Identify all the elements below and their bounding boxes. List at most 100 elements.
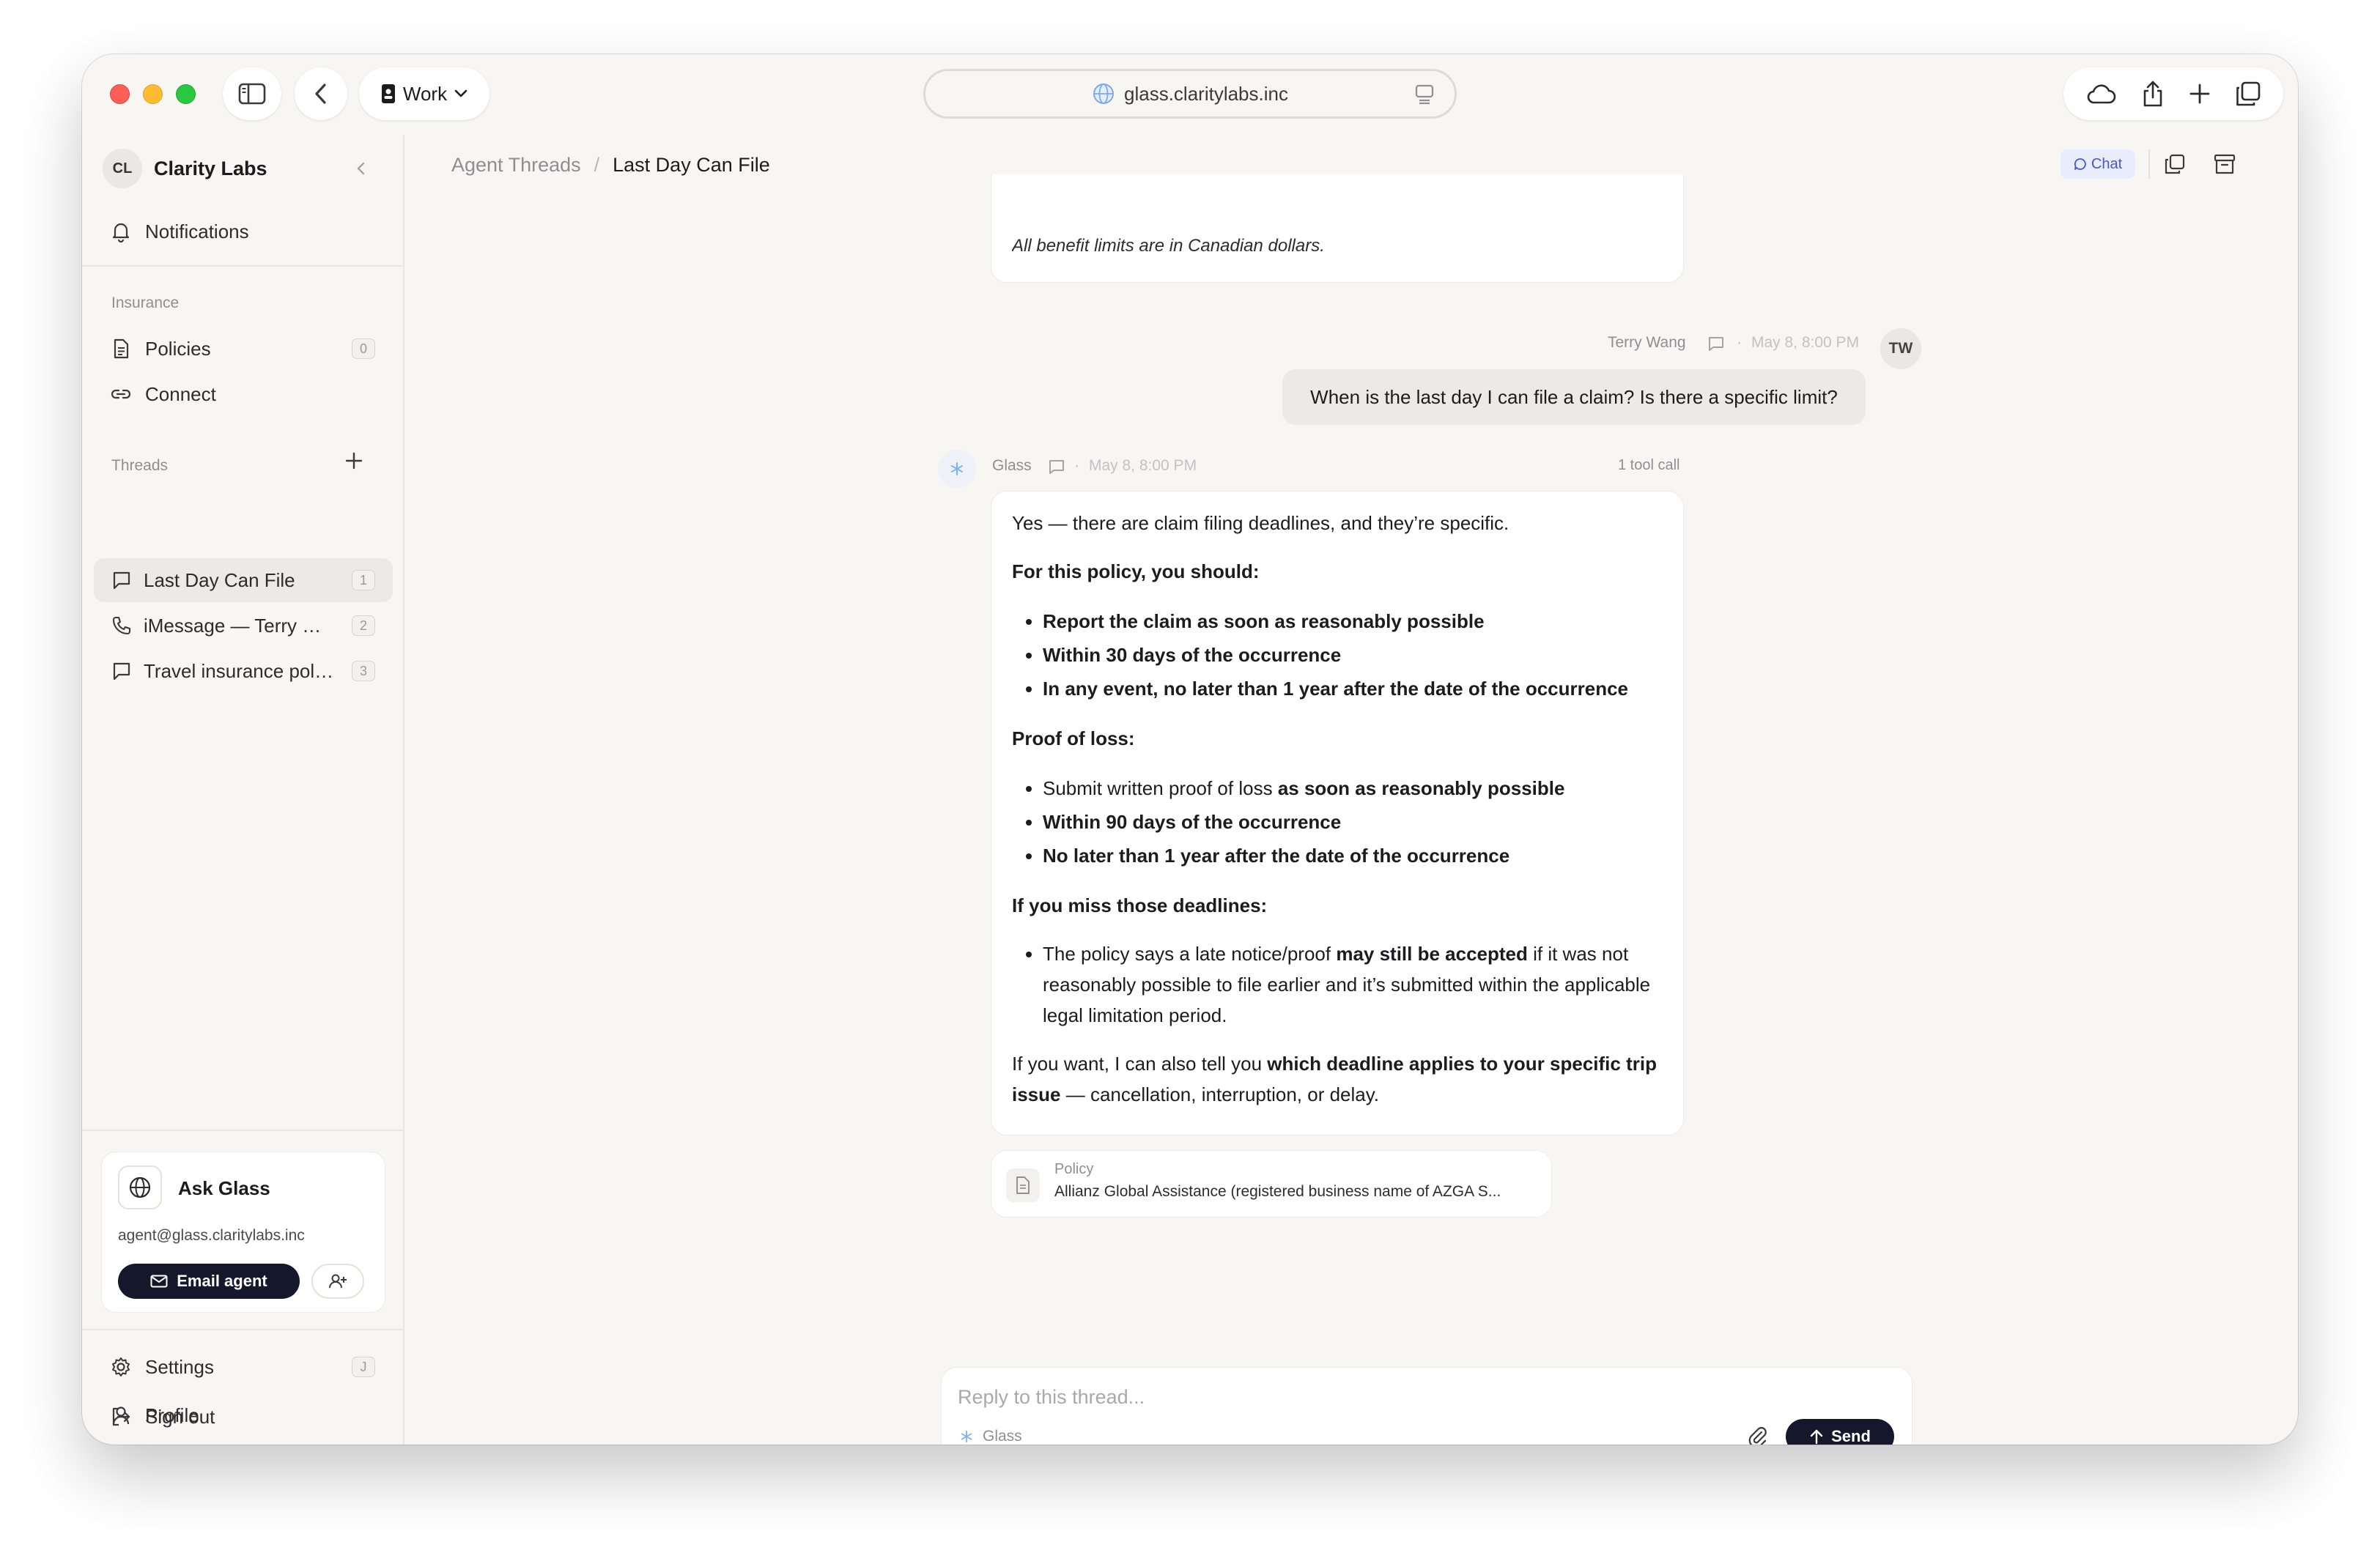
- toggle-sidebar-button[interactable]: [223, 67, 281, 120]
- answer-list: Report the claim as soon as reasonably p…: [1043, 604, 1664, 705]
- separator-dot: ·: [1737, 334, 1742, 351]
- message-time: May 8, 8:00 PM: [1089, 457, 1197, 474]
- divider: [2148, 149, 2150, 179]
- ask-glass-icon-box: [118, 1165, 162, 1209]
- chat-bubble-icon: [113, 662, 130, 681]
- sidebar: CL Clarity Labs Notifications Insurance …: [82, 135, 404, 1445]
- sidebar-item-label: Policies: [145, 337, 211, 360]
- arrow-up-icon: [1810, 1429, 1823, 1445]
- sidebar-item-label: Sign out: [145, 1405, 215, 1428]
- url-text: glass.claritylabs.inc: [1124, 82, 1288, 105]
- close-window-button[interactable]: [110, 84, 130, 104]
- title-bar: Work glass.claritylabs.inc: [82, 54, 2298, 135]
- org-avatar: CL: [103, 149, 142, 188]
- sidebar-item-sign-out[interactable]: Sign out: [94, 1395, 393, 1439]
- add-user-button[interactable]: [311, 1264, 364, 1299]
- breadcrumb: Agent Threads / Last Day Can File: [451, 154, 770, 177]
- sign-out-icon: [112, 1407, 130, 1426]
- main-area: Agent Threads / Last Day Can File Chat A…: [404, 135, 2298, 1445]
- send-label: Send: [1831, 1427, 1871, 1445]
- archive-icon[interactable]: [2213, 152, 2236, 176]
- policy-name: Allianz Global Assistance (registered bu…: [1054, 1183, 1501, 1200]
- globe-icon: [1093, 84, 1114, 104]
- policy-reference-card[interactable]: Policy Allianz Global Assistance (regist…: [991, 1150, 1552, 1217]
- sidebar-item-policies[interactable]: Policies 0: [94, 327, 393, 371]
- avatar: TW: [1880, 328, 1921, 369]
- email-agent-button[interactable]: Email agent: [118, 1264, 300, 1299]
- previous-message-text: All benefit limits are in Canadian dolla…: [1012, 236, 1325, 256]
- answer-outro-text: If you want, I can also tell you: [1012, 1053, 1268, 1075]
- message-author: Terry Wang: [1608, 334, 1686, 351]
- id-badge-icon: [381, 84, 395, 103]
- section-label-threads: Threads: [111, 457, 169, 474]
- ask-glass-card: Ask Glass agent@glass.claritylabs.inc Em…: [101, 1152, 385, 1313]
- message-author: Glass: [992, 457, 1032, 474]
- collapse-sidebar-icon[interactable]: [355, 160, 366, 177]
- count-badge: 3: [352, 661, 375, 681]
- share-icon[interactable]: [2141, 80, 2165, 108]
- list-item: Within 30 days of the occurrence: [1043, 644, 1342, 666]
- tab-overview-icon[interactable]: [2235, 81, 2261, 107]
- list-item-emphasis: may still be accepted: [1336, 943, 1528, 965]
- org-switcher[interactable]: CL Clarity Labs: [103, 149, 267, 188]
- policy-label: Policy: [1054, 1161, 1094, 1177]
- divider: [82, 265, 404, 267]
- reply-input[interactable]: [958, 1382, 1837, 1412]
- thread-item-last-day-can-file[interactable]: Last Day Can File 1: [94, 558, 393, 602]
- thread-item-travel-insurance[interactable]: Travel insurance poli... 3: [94, 649, 393, 693]
- reply-agent-selector[interactable]: Glass: [959, 1428, 1022, 1445]
- answer-heading: For this policy, you should:: [1012, 560, 1260, 582]
- cloud-icon[interactable]: [2086, 83, 2117, 105]
- reader-view-icon[interactable]: [1415, 84, 1434, 105]
- list-item: In any event, no later than 1 year after…: [1043, 678, 1629, 700]
- answer-intro: Yes — there are claim filing deadlines, …: [1012, 512, 1509, 534]
- back-button[interactable]: [295, 67, 347, 120]
- answer-outro-text: — cancellation, interruption, or delay.: [1060, 1083, 1380, 1105]
- policy-icon-box: [1006, 1168, 1040, 1202]
- comment-icon[interactable]: [1048, 459, 1065, 475]
- list-item-text: Submit written proof of loss: [1043, 777, 1278, 799]
- maximize-window-button[interactable]: [176, 84, 196, 104]
- add-user-icon: [329, 1274, 347, 1289]
- send-button[interactable]: Send: [1786, 1419, 1894, 1445]
- copy-icon[interactable]: [2163, 152, 2187, 176]
- tool-call-count[interactable]: 1 tool call: [1618, 457, 1680, 474]
- sidebar-item-notifications[interactable]: Notifications: [94, 210, 393, 253]
- chat-mode-button[interactable]: Chat: [2061, 149, 2135, 179]
- comment-icon[interactable]: [1707, 336, 1725, 352]
- gear-icon: [112, 1357, 130, 1376]
- agent-message-card: Yes — there are claim filing deadlines, …: [991, 491, 1684, 1135]
- phone-icon: [112, 616, 131, 635]
- sparkle-icon: [961, 1430, 972, 1443]
- sidebar-item-connect[interactable]: Connect: [94, 372, 393, 416]
- breadcrumb-parent-link[interactable]: Agent Threads: [451, 154, 581, 177]
- document-icon: [1016, 1176, 1030, 1194]
- thread-item-imessage[interactable]: iMessage — Terry W... 2: [94, 604, 393, 648]
- agent-email: agent@glass.claritylabs.inc: [118, 1227, 305, 1244]
- previous-message-card: All benefit limits are in Canadian dolla…: [991, 174, 1684, 283]
- link-icon: [111, 389, 131, 399]
- email-agent-label: Email agent: [177, 1272, 267, 1290]
- mail-icon: [150, 1275, 168, 1288]
- answer-heading: If you miss those deadlines:: [1012, 894, 1268, 916]
- sidebar-item-label: Connect: [145, 382, 216, 405]
- shortcut-badge: J: [352, 1357, 375, 1377]
- address-bar[interactable]: glass.claritylabs.inc: [923, 69, 1457, 119]
- sidebar-icon: [238, 83, 266, 105]
- answer-list: Submit written proof of loss as soon as …: [1043, 771, 1664, 872]
- answer-heading: Proof of loss:: [1012, 727, 1135, 749]
- document-icon: [114, 338, 129, 359]
- sidebar-item-label: Notifications: [145, 220, 249, 242]
- count-badge: 2: [352, 615, 375, 636]
- browser-window: Work glass.claritylabs.inc CL Clarity La…: [82, 54, 2298, 1445]
- sidebar-item-label: Settings: [145, 1355, 214, 1378]
- paperclip-icon[interactable]: [1748, 1426, 1768, 1445]
- chat-bubble-icon: [113, 571, 130, 590]
- minimize-window-button[interactable]: [143, 84, 163, 104]
- new-tab-icon[interactable]: [2189, 83, 2211, 105]
- profile-switcher[interactable]: Work: [359, 67, 489, 120]
- chat-bubble-icon: [2074, 158, 2086, 170]
- chat-mode-label: Chat: [2091, 155, 2123, 172]
- sidebar-item-settings[interactable]: Settings J: [94, 1345, 393, 1389]
- new-thread-icon[interactable]: [344, 451, 363, 470]
